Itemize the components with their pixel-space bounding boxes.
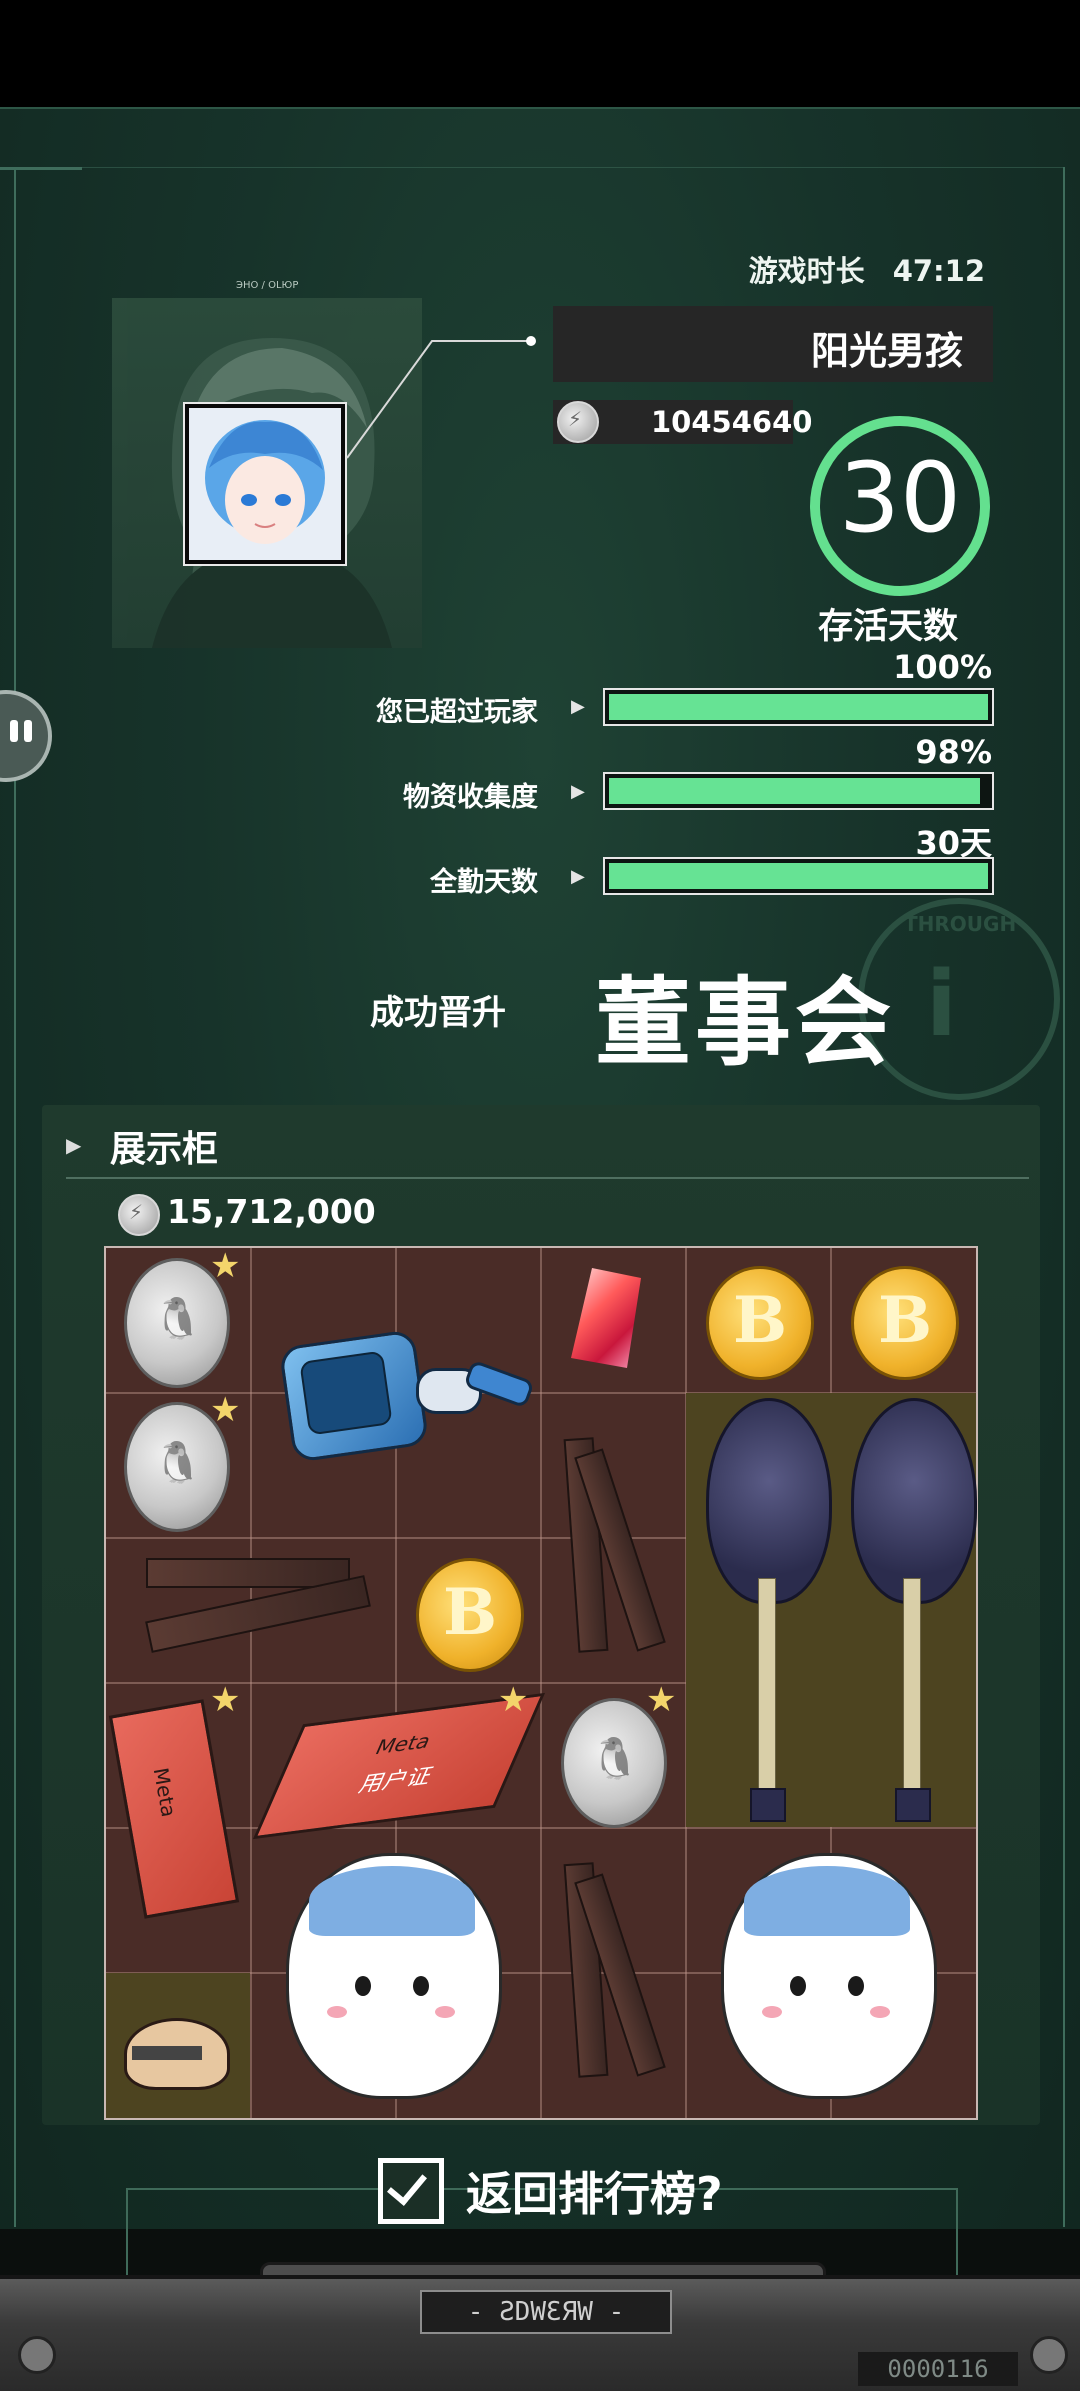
wooden-stick[interactable] [561, 1428, 671, 1668]
star-icon: ★ [210, 1246, 241, 1286]
red-crystal[interactable] [571, 1268, 641, 1368]
chiikawa-cat[interactable] [721, 1853, 937, 2099]
showcase-divider [66, 1177, 1029, 1179]
promotion-label: 成功晋升 [370, 993, 506, 1033]
stat-bar-fill [609, 778, 981, 804]
bass-guitar[interactable] [851, 1398, 977, 1828]
stat-label: 物资收集度 [403, 782, 538, 813]
meta-card-subtext: 用户证 [354, 1763, 437, 1798]
showcase-title: 展示柜 [110, 1129, 219, 1170]
coin-icon [557, 401, 599, 443]
screw-icon [18, 2336, 56, 2374]
helmet[interactable] [124, 2008, 234, 2090]
checkbox-icon[interactable] [378, 2158, 444, 2224]
star-icon: ★ [646, 1680, 677, 1720]
play-arrow-icon: ▶ [571, 866, 585, 887]
stat-bar-fill [609, 694, 988, 720]
bitcoin[interactable]: B [416, 1558, 524, 1672]
stat-bar-fill [609, 863, 988, 889]
play-arrow-icon: ▶ [571, 696, 585, 717]
star-icon: ★ [498, 1680, 529, 1720]
star-icon: ★ [210, 1680, 241, 1720]
screw-icon [1030, 2336, 1068, 2374]
player-name: 阳光男孩 [810, 329, 963, 373]
chiikawa-cat[interactable] [286, 1853, 502, 2099]
stamp-text: THROUGH [904, 912, 1017, 936]
stat-bar [603, 772, 994, 810]
stat-bar [603, 857, 994, 895]
meta-card[interactable]: Meta [108, 1699, 240, 1919]
robot-drone[interactable] [266, 1308, 536, 1468]
meta-card-text: Meta [148, 1765, 181, 1819]
showcase-total: 15,712,000 [167, 1192, 376, 1231]
promotion-title: 董事会 [595, 967, 895, 1079]
player-coins-value: 10454640 [651, 405, 813, 439]
wooden-sticks-pair[interactable] [136, 1548, 386, 1668]
coin-icon [118, 1194, 160, 1236]
stat-label: 您已超过玩家 [376, 697, 538, 728]
stat-value: 100% [893, 648, 992, 686]
play-arrow-icon: ▶ [571, 781, 585, 802]
return-leaderboard-button[interactable]: 返回排行榜? [466, 2158, 723, 2224]
bitcoin[interactable]: B [851, 1266, 959, 1380]
bass-guitar[interactable] [706, 1398, 832, 1828]
bitcoin[interactable]: B [706, 1266, 814, 1380]
player-name-box: 阳光男孩 [553, 306, 993, 382]
showcase-grid: ★ ★ B B B Meta ★ Meta 用户证 ★ ★ [104, 1246, 978, 2120]
stat-label: 全勤天数 [430, 867, 538, 898]
console-label: - ƧDWƐЯW - [420, 2290, 672, 2334]
console-counter: 0000116 [858, 2352, 1018, 2386]
survival-days-value: 30 [838, 442, 962, 554]
play-arrow-icon: ▶ [66, 1133, 82, 1157]
stamp-mark: i [926, 952, 957, 1057]
stat-value: 98% [915, 733, 992, 771]
star-icon: ★ [210, 1390, 241, 1430]
wooden-stick[interactable] [561, 1853, 671, 2093]
survival-days-ring: 30 [810, 416, 990, 596]
survival-days-label: 存活天数 [818, 607, 959, 647]
meta-card-text: Meta [371, 1728, 436, 1760]
stat-bar [603, 688, 994, 726]
player-coins: 10454640 [553, 400, 812, 444]
